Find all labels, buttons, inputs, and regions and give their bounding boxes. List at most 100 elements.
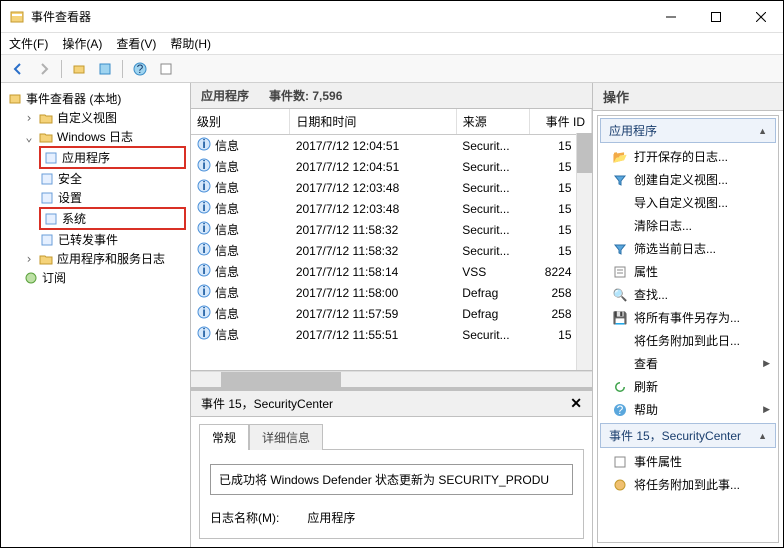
collapse-icon[interactable]: ⌄	[23, 130, 35, 144]
action-event-props[interactable]: 事件属性	[598, 450, 778, 473]
expand-icon[interactable]: ›	[23, 252, 35, 266]
table-row[interactable]: i信息2017/7/12 12:03:48Securit...15	[191, 198, 592, 219]
info-icon: i	[197, 137, 211, 154]
tree-application[interactable]: 应用程序	[39, 146, 186, 169]
toolbar-btn-3[interactable]	[155, 58, 177, 80]
actions-section-app[interactable]: 应用程序▲	[600, 118, 776, 143]
task-icon	[612, 477, 628, 493]
action-refresh[interactable]: 刷新	[598, 375, 778, 398]
detail-pane: 事件 15，SecurityCenter ✕ 常规 详细信息 已成功将 Wind…	[191, 387, 592, 547]
action-save-all[interactable]: 💾将所有事件另存为...	[598, 306, 778, 329]
tree-settings[interactable]: 设置	[39, 188, 186, 207]
log-icon	[43, 150, 59, 166]
table-row[interactable]: i信息2017/7/12 12:04:51Securit...15	[191, 156, 592, 177]
tree-custom-views[interactable]: ›自定义视图	[23, 108, 186, 127]
svg-text:i: i	[202, 179, 205, 193]
col-datetime[interactable]: 日期和时间	[290, 109, 456, 135]
vertical-scrollbar[interactable]	[576, 133, 592, 370]
action-properties[interactable]: 属性	[598, 260, 778, 283]
actions-section-event[interactable]: 事件 15，SecurityCenter▲	[600, 423, 776, 448]
menu-help[interactable]: 帮助(H)	[170, 35, 211, 52]
minimize-button[interactable]	[648, 2, 693, 32]
svg-text:i: i	[202, 221, 205, 235]
toolbar-btn-help[interactable]: ?	[129, 58, 151, 80]
eventviewer-icon	[7, 91, 23, 107]
tree-pane: 事件查看器 (本地) ›自定义视图 ⌄Windows 日志 应用程序 安全 设置…	[1, 83, 191, 547]
col-level[interactable]: 级别	[191, 109, 290, 135]
col-eventid[interactable]: 事件 ID	[529, 109, 591, 135]
action-create-custom[interactable]: 创建自定义视图...	[598, 168, 778, 191]
menu-action[interactable]: 操作(A)	[62, 35, 102, 52]
tree-root[interactable]: 事件查看器 (本地)	[7, 89, 186, 108]
table-row[interactable]: i信息2017/7/12 11:57:59Defrag258	[191, 303, 592, 324]
folder-icon	[38, 110, 54, 126]
action-find[interactable]: 🔍查找...	[598, 283, 778, 306]
svg-text:?: ?	[137, 62, 144, 76]
action-attach-task2[interactable]: 将任务附加到此事...	[598, 473, 778, 496]
table-row[interactable]: i信息2017/7/12 11:58:14VSS8224	[191, 261, 592, 282]
horizontal-scrollbar[interactable]	[191, 371, 592, 387]
action-attach-task[interactable]: 将任务附加到此日...	[598, 329, 778, 352]
tree-windows-logs[interactable]: ⌄Windows 日志	[23, 127, 186, 146]
log-icon	[39, 171, 55, 187]
toolbar-btn-1[interactable]	[68, 58, 90, 80]
actions-pane: 操作 应用程序▲ 📂打开保存的日志... 创建自定义视图... 导入自定义视图.…	[593, 83, 783, 547]
tree-security[interactable]: 安全	[39, 169, 186, 188]
svg-text:i: i	[202, 326, 205, 340]
tree-subscriptions[interactable]: 订阅	[23, 268, 186, 287]
tree-forwarded[interactable]: 已转发事件	[39, 230, 186, 249]
save-icon: 💾	[612, 310, 628, 326]
table-row[interactable]: i信息2017/7/12 11:55:51Securit...15	[191, 324, 592, 345]
action-import-custom[interactable]: 导入自定义视图...	[598, 191, 778, 214]
expand-icon[interactable]: ›	[23, 111, 35, 125]
action-open-saved[interactable]: 📂打开保存的日志...	[598, 145, 778, 168]
table-row[interactable]: i信息2017/7/12 11:58:32Securit...15	[191, 240, 592, 261]
table-row[interactable]: i信息2017/7/12 11:58:00Defrag258	[191, 282, 592, 303]
tab-general[interactable]: 常规	[199, 424, 249, 450]
logname-value: 应用程序	[307, 509, 355, 526]
chevron-up-icon: ▲	[758, 126, 767, 136]
action-filter-current[interactable]: 筛选当前日志...	[598, 237, 778, 260]
detail-message: 已成功将 Windows Defender 状态更新为 SECURITY_PRO…	[210, 464, 573, 495]
info-icon: i	[197, 179, 211, 196]
info-icon: i	[197, 242, 211, 259]
log-icon	[39, 190, 55, 206]
tab-details[interactable]: 详细信息	[249, 424, 323, 450]
col-source[interactable]: 来源	[456, 109, 529, 135]
properties-icon	[612, 264, 628, 280]
close-button[interactable]	[738, 2, 783, 32]
svg-text:i: i	[202, 200, 205, 214]
tree-system[interactable]: 系统	[39, 207, 186, 230]
action-clear-log[interactable]: 清除日志...	[598, 214, 778, 237]
info-icon: i	[197, 221, 211, 238]
action-help[interactable]: ?帮助▶	[598, 398, 778, 421]
svg-text:i: i	[202, 158, 205, 172]
table-row[interactable]: i信息2017/7/12 12:04:51Securit...15	[191, 135, 592, 157]
detail-close-button[interactable]: ✕	[570, 395, 582, 412]
svg-text:?: ?	[617, 403, 624, 417]
back-button[interactable]	[7, 58, 29, 80]
blank-icon	[612, 218, 628, 234]
maximize-button[interactable]	[693, 2, 738, 32]
event-count: 事件数: 7,596	[269, 87, 342, 104]
scroll-thumb[interactable]	[577, 133, 592, 173]
titlebar: 事件查看器	[1, 1, 783, 33]
actions-header: 操作	[593, 83, 783, 111]
tree-app-service-logs[interactable]: ›应用程序和服务日志	[23, 249, 186, 268]
blank-icon	[612, 333, 628, 349]
folder-icon	[38, 129, 54, 145]
filter-icon	[612, 172, 628, 188]
scroll-thumb-h[interactable]	[221, 372, 341, 387]
forward-button[interactable]	[33, 58, 55, 80]
help-icon: ?	[612, 402, 628, 418]
blank-icon	[612, 356, 628, 372]
table-row[interactable]: i信息2017/7/12 12:03:48Securit...15	[191, 177, 592, 198]
events-table[interactable]: 级别 日期和时间 来源 事件 ID i信息2017/7/12 12:04:51S…	[191, 109, 592, 371]
log-icon	[39, 232, 55, 248]
action-view[interactable]: 查看▶	[598, 352, 778, 375]
menu-file[interactable]: 文件(F)	[9, 35, 48, 52]
menu-view[interactable]: 查看(V)	[116, 35, 156, 52]
svg-text:i: i	[202, 242, 205, 256]
toolbar-btn-2[interactable]	[94, 58, 116, 80]
table-row[interactable]: i信息2017/7/12 11:58:32Securit...15	[191, 219, 592, 240]
